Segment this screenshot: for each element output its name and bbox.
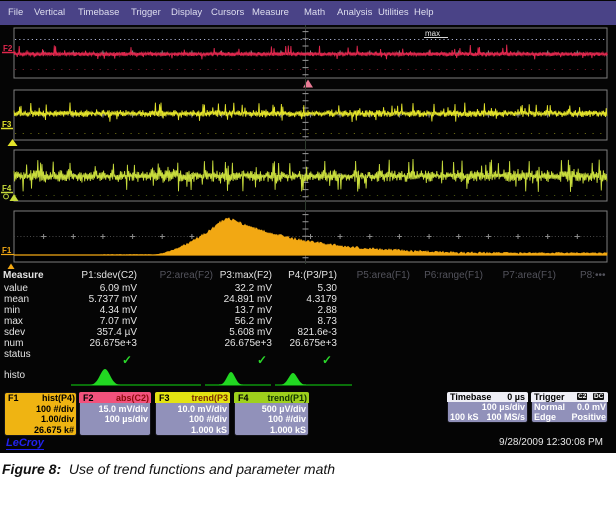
- svg-text:F3: F3: [2, 120, 12, 129]
- svg-text:max: max: [425, 29, 440, 38]
- svg-text:F1: F1: [2, 246, 12, 255]
- svg-text:F2: F2: [3, 44, 13, 53]
- svg-text:F4: F4: [2, 184, 12, 193]
